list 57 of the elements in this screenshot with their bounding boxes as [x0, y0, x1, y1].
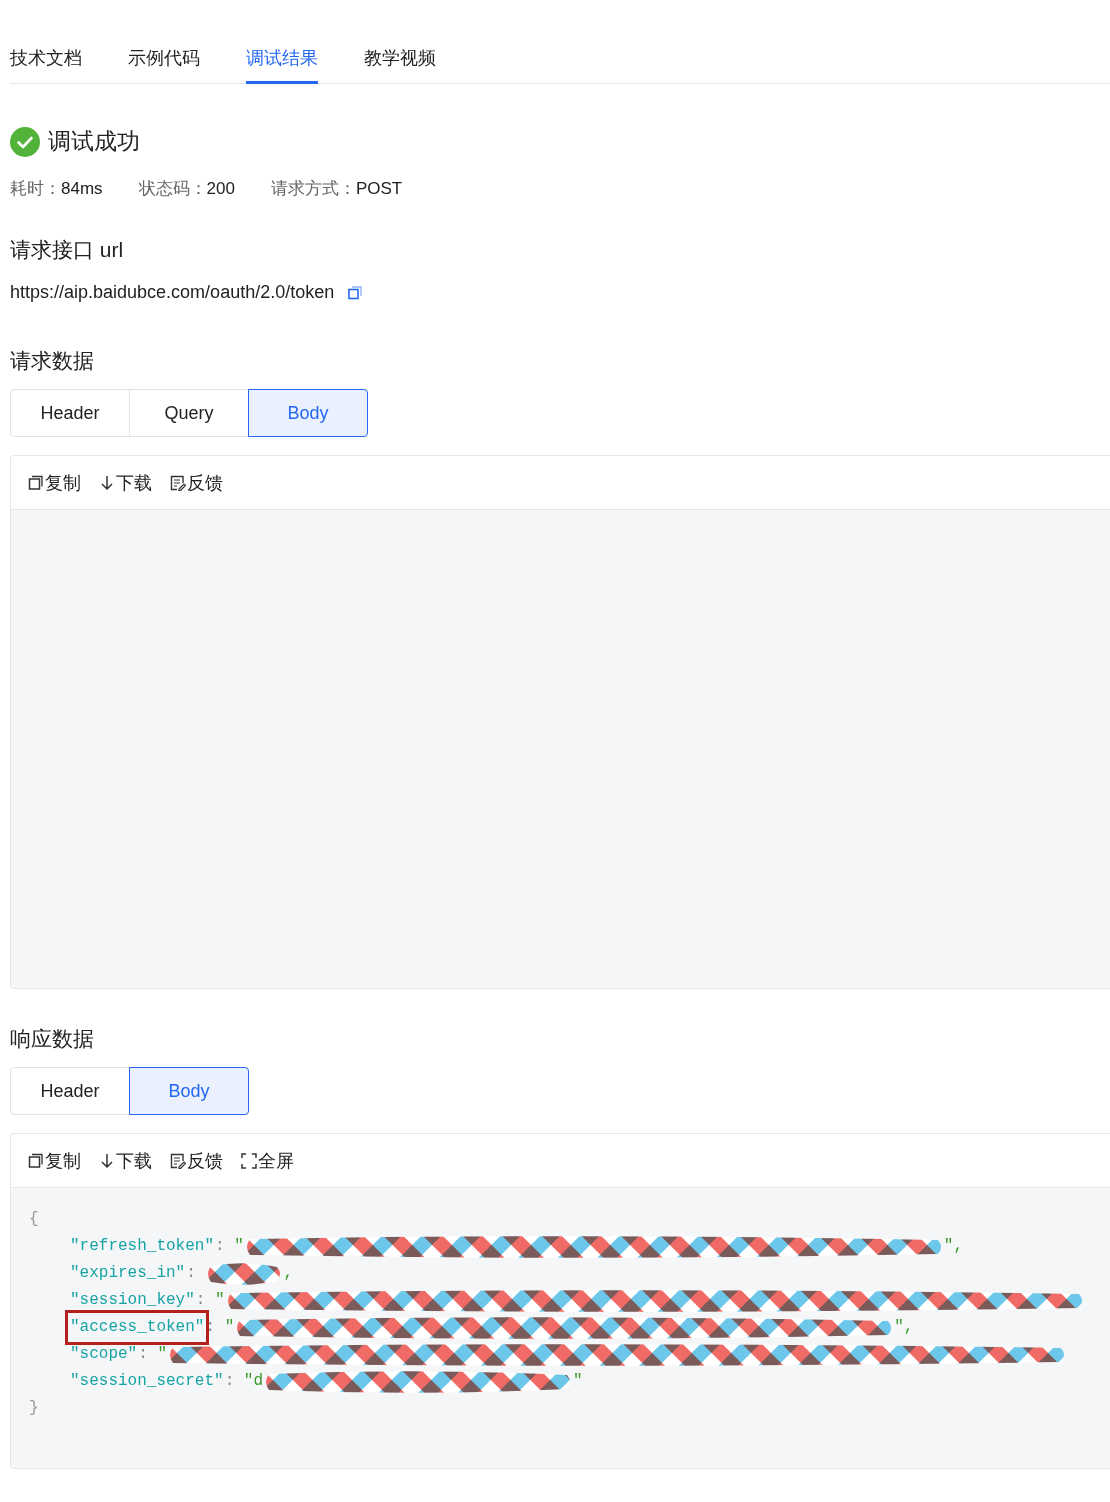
stat-label: 请求方式： [270, 179, 356, 198]
tab[interactable]: 教学视频 [364, 46, 436, 84]
value-fragment: ", [894, 1317, 914, 1338]
segment-tab[interactable]: Header [10, 389, 130, 437]
value-fragment: " [234, 1236, 244, 1257]
segment-tab[interactable]: Body [248, 389, 368, 437]
segment-tab[interactable]: Query [129, 389, 249, 437]
copy-icon [28, 1152, 44, 1169]
section-heading: 请求数据 [10, 348, 95, 374]
colon: : [138, 1344, 149, 1365]
stat-value: POST [355, 179, 403, 198]
value-fragment: , [283, 1263, 294, 1284]
value-fragment: " [157, 1344, 168, 1365]
colon: : [205, 1317, 217, 1338]
json-key: "session_key" [69, 1287, 196, 1314]
tab[interactable]: 调试结果 [246, 46, 318, 84]
stat-label: 状态码： [138, 179, 207, 198]
json-key: "expires_in" [69, 1260, 187, 1287]
colon: : [195, 1290, 207, 1311]
colon: : [186, 1263, 197, 1284]
json-key: "refresh_token" [69, 1233, 216, 1260]
segment-tab[interactable]: Header [10, 1067, 130, 1115]
down-arrow-icon [99, 474, 115, 491]
colon: : [224, 1371, 236, 1392]
stat-value: 84ms [61, 179, 103, 198]
url-text: https://aip.baidubce.com/oauth/2.0/token [10, 282, 335, 303]
value-fragment: " [215, 1290, 225, 1311]
toolbar-button[interactable]: 复制 [28, 1148, 81, 1173]
toolbar-button[interactable]: 下载 [99, 470, 152, 495]
tab[interactable]: 示例代码 [128, 46, 200, 84]
colon: : [215, 1236, 226, 1257]
section-heading: 请求接口 url [10, 237, 125, 263]
tab[interactable]: 技术文档 [10, 46, 82, 84]
feedback-icon [170, 1152, 186, 1169]
down-arrow-icon [99, 1152, 115, 1169]
copy-icon[interactable] [348, 285, 363, 300]
toolbar-button[interactable]: 复制 [28, 470, 81, 495]
value-fragment: " [573, 1371, 583, 1392]
section-heading: 响应数据 [10, 1026, 95, 1052]
brace: } [29, 1398, 39, 1419]
value-fragment: "d [243, 1371, 264, 1392]
brace: { [29, 1209, 39, 1230]
stat-value: 200 [206, 179, 235, 198]
segment-tab[interactable]: Body [129, 1067, 249, 1115]
value-fragment: " [224, 1317, 235, 1338]
toolbar-button[interactable]: 全屏 [241, 1148, 294, 1173]
toolbar-button[interactable]: 反馈 [170, 1148, 223, 1173]
copy-icon [28, 474, 44, 491]
json-key: "session_secret" [69, 1368, 225, 1395]
toolbar-button[interactable]: 反馈 [170, 470, 223, 495]
stat-label: 耗时： [10, 179, 61, 198]
value-fragment: ", [943, 1236, 964, 1257]
fullscreen-icon [241, 1152, 257, 1169]
json-key: "scope" [69, 1341, 139, 1368]
result-title: 调试成功 [48, 127, 140, 156]
feedback-icon [170, 474, 186, 491]
toolbar-button[interactable]: 下载 [99, 1148, 152, 1173]
